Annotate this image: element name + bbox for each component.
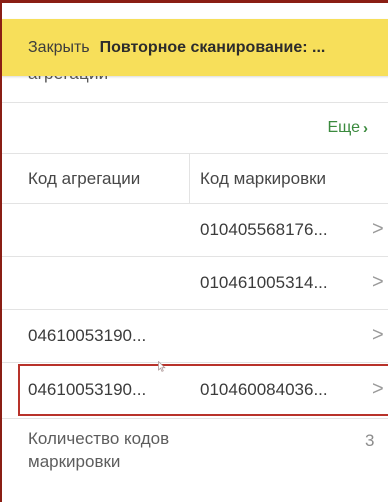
top-command-bar: Закрыть Повторное сканирование: ... — [2, 19, 388, 76]
divider — [2, 362, 388, 363]
mouse-cursor-icon — [158, 361, 166, 372]
column-divider — [189, 153, 190, 203]
marking-count-label: Количество кодов маркировки — [28, 429, 170, 471]
more-button-label: Еще — [327, 119, 360, 136]
chevron-right-icon[interactable]: > — [372, 271, 384, 294]
aggregation-code-cell: 04610053190... — [28, 380, 147, 399]
table-row-selected[interactable]: 04610053190... 010460084036... > — [2, 364, 388, 416]
marking-count-value: 3 — [365, 431, 375, 450]
marking-code-cell: 010405568176... — [200, 220, 328, 239]
table-row[interactable]: 010461005314... > — [2, 257, 388, 309]
aggregation-code-cell: 04610053190... — [28, 326, 147, 345]
divider — [2, 418, 388, 419]
column-header-marking[interactable]: Код маркировки — [200, 169, 326, 189]
form-title: Повторное сканирование: ... — [99, 38, 326, 56]
marking-code-cell: 010461005314... — [200, 273, 328, 292]
chevron-right-icon[interactable]: > — [372, 378, 384, 401]
chevron-right-icon[interactable]: > — [372, 324, 384, 347]
table-row[interactable]: 04610053190... > — [2, 310, 388, 362]
chevron-right-icon[interactable]: > — [372, 218, 384, 241]
close-button[interactable]: Закрыть — [28, 39, 90, 57]
marking-count-row: Количество кодов маркировки 3 — [2, 421, 388, 502]
chevron-right-icon: › — [363, 119, 368, 137]
more-row: Еще › — [2, 103, 388, 153]
column-header-aggregation[interactable]: Код агрегации — [28, 169, 140, 189]
table-row[interactable]: 010405568176... > — [2, 204, 388, 256]
table-header: Код агрегации Код маркировки — [2, 153, 388, 203]
marking-code-cell: 010460084036... — [200, 380, 328, 399]
app-frame: Закрыть Повторное сканирование: ... агре… — [0, 0, 388, 502]
more-button[interactable]: Еще › — [327, 119, 368, 137]
